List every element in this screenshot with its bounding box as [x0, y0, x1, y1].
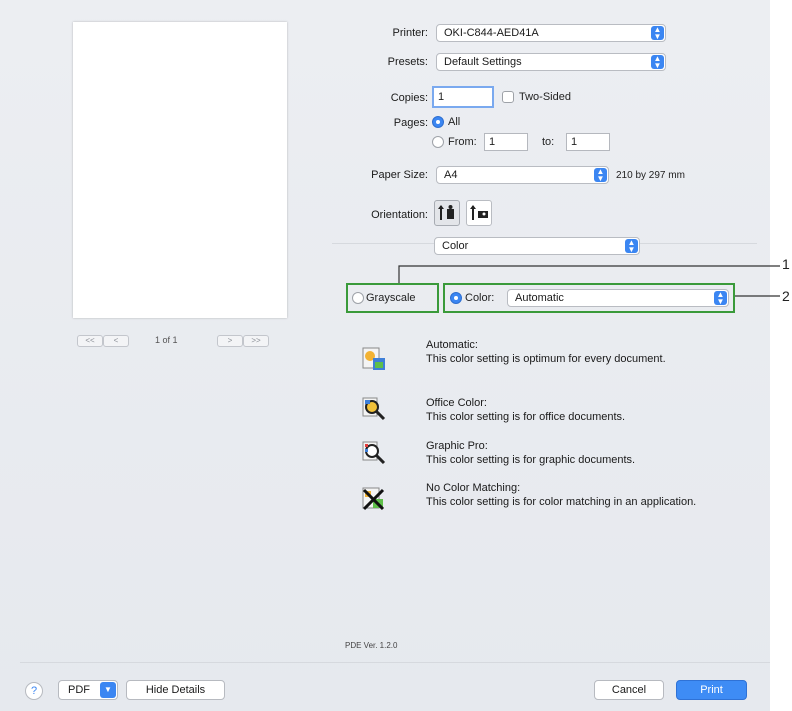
paper-size-label: Paper Size: — [371, 169, 428, 181]
paper-dimensions: 210 by 297 mm — [616, 170, 685, 181]
portrait-orientation-button[interactable] — [434, 200, 460, 226]
grayscale-label: Grayscale — [366, 292, 416, 304]
pages-all-label: All — [448, 116, 461, 128]
grayscale-radio[interactable] — [352, 292, 364, 304]
print-dialog: << < 1 of 1 > >> Printer: OKI-C844-AED41… — [0, 0, 790, 711]
graphic-pro-icon — [361, 440, 387, 466]
color-mode-popup[interactable]: Automatic ▲ ▼ — [507, 289, 729, 307]
presets-value: Default Settings — [444, 56, 522, 68]
popup-arrow-icon: ▲ ▼ — [594, 168, 607, 183]
printer-popup[interactable]: OKI-C844-AED41A ▲ ▼ — [436, 24, 666, 42]
help-button[interactable]: ? — [25, 682, 43, 700]
office-color-description: This color setting is for office documen… — [426, 411, 626, 423]
plugin-version: PDE Ver. 1.2.0 — [345, 641, 398, 650]
callout-1: 1 — [782, 256, 790, 272]
last-page-button[interactable]: >> — [243, 335, 269, 347]
color-label: Color: — [465, 292, 495, 304]
pages-label: Pages: — [393, 117, 428, 129]
first-page-button[interactable]: << — [77, 335, 103, 347]
no-color-matching-icon — [361, 486, 387, 512]
cancel-button[interactable]: Cancel — [594, 680, 664, 700]
no-color-matching-description: This color setting is for color matching… — [426, 496, 697, 508]
pages-all-radio[interactable] — [432, 116, 444, 128]
next-page-button[interactable]: > — [217, 335, 243, 347]
copies-field[interactable]: 1 — [432, 86, 494, 108]
pdf-chevron-down-icon: ▼ — [100, 682, 116, 698]
pdf-menu-button[interactable]: PDF ▼ — [58, 680, 118, 700]
pages-to-field[interactable]: 1 — [566, 133, 610, 151]
callout-2: 2 — [782, 288, 790, 304]
section-popup-value: Color — [442, 240, 469, 252]
color-radio[interactable] — [450, 292, 462, 304]
hide-details-button[interactable]: Hide Details — [126, 680, 225, 700]
automatic-title: Automatic: — [426, 339, 478, 351]
office-color-icon — [361, 396, 387, 422]
pages-from-field[interactable]: 1 — [484, 133, 528, 151]
popup-arrow-icon: ▲ ▼ — [714, 291, 727, 306]
pages-from-label: From: — [448, 136, 477, 148]
landscape-icon — [470, 205, 488, 220]
popup-arrow-icon: ▲ ▼ — [651, 26, 664, 41]
two-sided-checkbox[interactable] — [502, 91, 514, 103]
section-popup[interactable]: Color ▲ ▼ — [434, 237, 640, 255]
graphic-pro-description: This color setting is for graphic docume… — [426, 454, 636, 466]
no-color-matching-title: No Color Matching: — [426, 482, 521, 494]
presets-label: Presets: — [387, 56, 428, 68]
landscape-orientation-button[interactable] — [466, 200, 492, 226]
paper-size-value: A4 — [444, 169, 458, 181]
color-mode-value: Automatic — [515, 292, 564, 304]
auto-color-icon — [361, 346, 387, 372]
previous-page-button[interactable]: < — [103, 335, 129, 347]
pages-from-radio[interactable] — [432, 136, 444, 148]
print-button[interactable]: Print — [676, 680, 747, 700]
two-sided-label: Two-Sided — [519, 91, 571, 103]
graphic-pro-title: Graphic Pro: — [426, 440, 488, 452]
paper-size-popup[interactable]: A4 ▲ ▼ — [436, 166, 609, 184]
printer-label: Printer: — [392, 27, 428, 39]
page-indicator: 1 of 1 — [155, 335, 178, 345]
popup-arrow-icon: ▲ ▼ — [651, 55, 664, 70]
footer-separator — [20, 662, 770, 663]
pages-to-label: to: — [542, 136, 555, 148]
copies-label: Copies: — [390, 92, 428, 104]
automatic-description: This color setting is optimum for every … — [426, 353, 666, 365]
printer-value: OKI-C844-AED41A — [444, 27, 539, 39]
presets-popup[interactable]: Default Settings ▲ ▼ — [436, 53, 666, 71]
page-preview — [73, 22, 287, 318]
office-color-title: Office Color: — [426, 397, 487, 409]
orientation-label: Orientation: — [371, 209, 428, 221]
portrait-icon — [438, 205, 454, 220]
popup-arrow-icon: ▲ ▼ — [625, 239, 638, 254]
pdf-label: PDF — [68, 684, 90, 696]
